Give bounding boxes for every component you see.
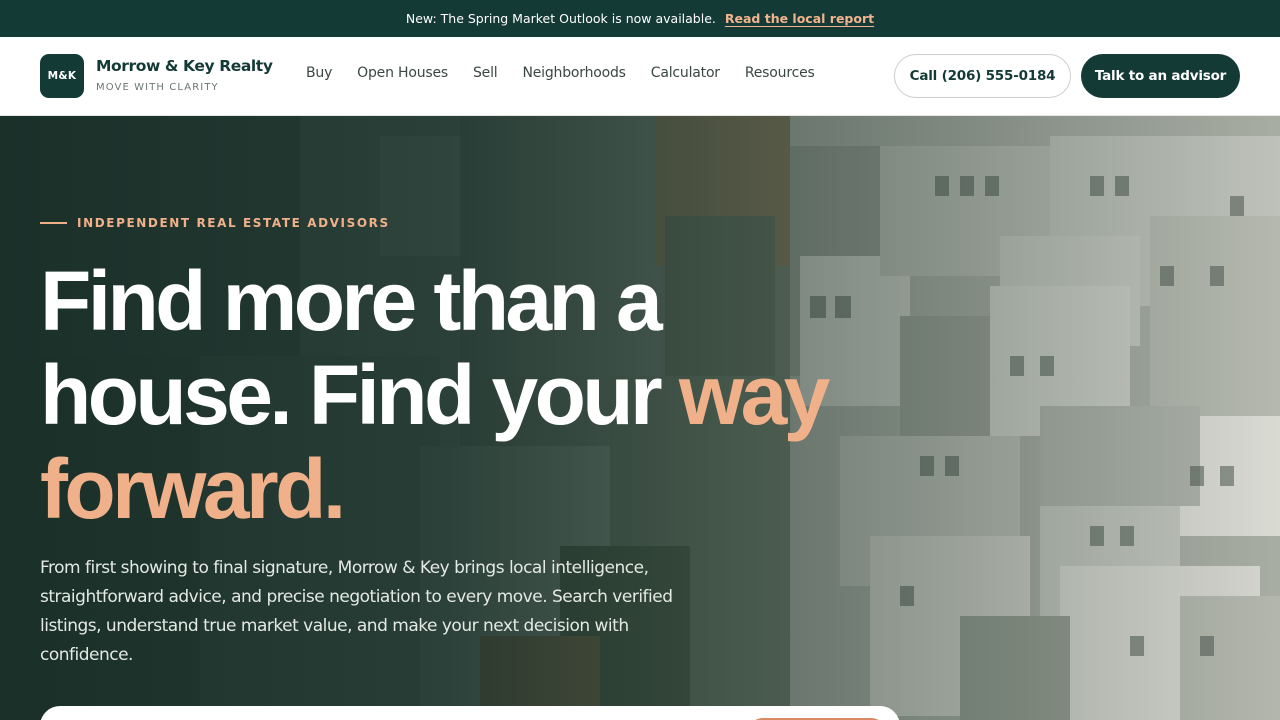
site-header: M&K Morrow & Key Realty MOVE WITH CLARIT… xyxy=(0,37,1280,116)
hero-section: INDEPENDENT REAL ESTATE ADVISORS Find mo… xyxy=(0,116,1280,720)
nav-open-houses[interactable]: Open Houses xyxy=(357,65,448,87)
listing-search-card[interactable] xyxy=(40,706,900,720)
logo-mark[interactable]: M&K xyxy=(40,54,84,98)
hero-headline: Find more than a house. Find your way fo… xyxy=(40,254,920,536)
nav-resources[interactable]: Resources xyxy=(745,65,815,87)
eyebrow-rule xyxy=(40,222,67,224)
nav-calculator[interactable]: Calculator xyxy=(651,65,720,87)
hero-eyebrow: INDEPENDENT REAL ESTATE ADVISORS xyxy=(40,216,390,230)
talk-to-advisor-button[interactable]: Talk to an advisor xyxy=(1081,54,1240,98)
brand-tagline: MOVE WITH CLARITY xyxy=(96,82,219,93)
announcement-link[interactable]: Read the local report xyxy=(725,11,874,26)
nav-sell[interactable]: Sell xyxy=(473,65,498,87)
hero-lead-paragraph: From first showing to final signature, M… xyxy=(40,558,673,665)
main-nav: Buy Open Houses Sell Neighborhoods Calcu… xyxy=(306,65,815,87)
headline-line-2: house. Find your xyxy=(40,348,663,442)
eyebrow-text: INDEPENDENT REAL ESTATE ADVISORS xyxy=(77,216,390,230)
nav-buy[interactable]: Buy xyxy=(306,65,332,87)
headline-accent-forward: forward. xyxy=(40,442,346,536)
headline-line-1: Find more than a xyxy=(40,254,663,348)
call-button[interactable]: Call (206) 555-0184 xyxy=(894,54,1071,98)
headline-accent-way: way xyxy=(678,348,831,442)
announcement-text: New: The Spring Market Outlook is now av… xyxy=(405,11,716,26)
nav-neighborhoods[interactable]: Neighborhoods xyxy=(522,65,625,87)
announcement-bar: New: The Spring Market Outlook is now av… xyxy=(0,0,1280,37)
brand-name[interactable]: Morrow & Key Realty xyxy=(96,57,273,75)
